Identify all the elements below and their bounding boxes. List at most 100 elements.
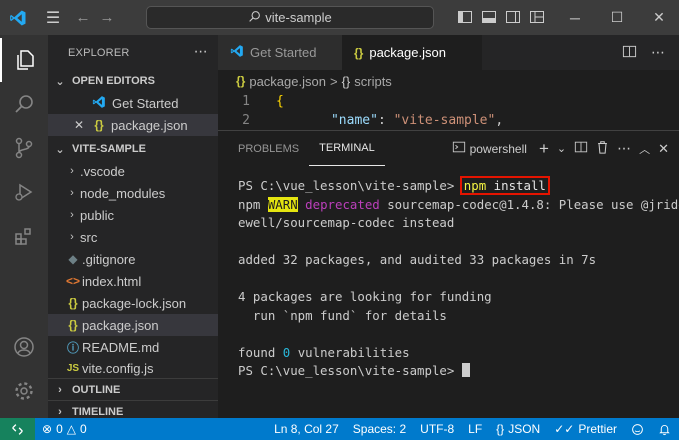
tree-file[interactable]: JS vite.config.js	[48, 358, 218, 378]
arrow-left-icon[interactable]: ←	[71, 0, 95, 35]
outline-label: OUTLINE	[72, 383, 121, 396]
warning-icon: △	[66, 422, 76, 436]
breadcrumb-symbol[interactable]: scripts	[354, 74, 392, 89]
warn-badge: WARN	[267, 196, 298, 212]
chevron-right-icon: ›	[70, 209, 74, 221]
tree-folder[interactable]: › .vscode	[48, 160, 218, 182]
extensions-icon[interactable]	[0, 214, 48, 258]
search-view-icon[interactable]	[0, 82, 48, 126]
problems-status[interactable]: ⊗ 0 △ 0	[35, 422, 94, 436]
breadcrumb: {} package.json > {} scripts	[218, 70, 679, 92]
notifications-bell-icon[interactable]	[651, 423, 679, 436]
editor-tabs: Get Started {} package.json ⋯	[218, 35, 679, 70]
customize-layout-icon[interactable]	[528, 8, 546, 26]
feedback-icon[interactable]	[624, 423, 651, 436]
close-icon[interactable]: ✕	[74, 118, 90, 132]
trash-icon[interactable]	[596, 140, 609, 157]
tree-folder[interactable]: › node_modules	[48, 182, 218, 204]
terminal-line: 4 packages are looking for funding	[238, 289, 492, 304]
chevron-right-icon: ›	[70, 231, 74, 243]
encoding[interactable]: UTF-8	[413, 422, 461, 436]
remote-icon[interactable]	[0, 418, 35, 440]
minimize-button[interactable]: ─	[561, 0, 589, 35]
tab-package-json[interactable]: {} package.json	[342, 35, 482, 70]
maximize-button[interactable]: ☐	[603, 0, 631, 35]
terminal-line: npm WARN deprecated sourcemap-codec@1.4.…	[238, 196, 679, 215]
accounts-icon[interactable]	[0, 325, 48, 369]
search-text: vite-sample	[265, 10, 332, 25]
command-name: npm	[463, 178, 487, 193]
explorer-title: EXPLORER ⋯	[48, 35, 218, 70]
end-of-line[interactable]: LF	[461, 422, 489, 436]
breadcrumb-file[interactable]: package.json	[249, 74, 326, 89]
settings-gear-icon[interactable]	[0, 369, 48, 413]
terminal-output[interactable]: PS C:\vue_lesson\vite-sample> npm instal…	[218, 166, 679, 381]
open-editor-label: package.json	[111, 117, 188, 133]
command-center-search[interactable]: vite-sample	[146, 6, 434, 29]
split-terminal-icon[interactable]	[574, 140, 588, 157]
hamburger-icon[interactable]: ☰	[35, 0, 71, 35]
chevron-down-icon: ⌄	[55, 75, 65, 88]
open-editor-item[interactable]: ✕ {} package.json	[48, 114, 218, 136]
open-editors-label: OPEN EDITORS	[72, 75, 155, 87]
tree-item-label: public	[80, 207, 114, 223]
add-terminal-icon[interactable]: +	[539, 139, 549, 159]
tree-folder[interactable]: › src	[48, 226, 218, 248]
arrow-right-icon[interactable]: →	[95, 0, 119, 35]
tree-file[interactable]: {} package.json	[48, 314, 218, 336]
json-key: "name"	[330, 113, 378, 128]
explorer-sidebar: EXPLORER ⋯ ⌄ OPEN EDITORS Get Started ✕ …	[48, 35, 218, 418]
explorer-title-label: EXPLORER	[68, 46, 130, 59]
more-actions-icon[interactable]: ⋯	[651, 44, 665, 61]
shell-label: powershell	[469, 141, 527, 156]
prettier-status[interactable]: ✓✓ Prettier	[547, 422, 624, 436]
tree-file[interactable]: {} package-lock.json	[48, 292, 218, 314]
more-actions-icon[interactable]: ⋯	[617, 140, 631, 157]
tree-item-label: .vscode	[80, 163, 125, 179]
terminal-prompt: PS C:\vue_lesson\vite-sample>	[238, 363, 462, 378]
tree-file[interactable]: ◆ .gitignore	[48, 248, 218, 270]
tree-file[interactable]: ⓘ README.md	[48, 336, 218, 358]
toggle-secondary-sidebar-icon[interactable]	[504, 8, 522, 26]
tab-problems[interactable]: PROBLEMS	[228, 131, 309, 166]
toggle-sidebar-icon[interactable]	[456, 8, 474, 26]
tree-folder[interactable]: › public	[48, 204, 218, 226]
chevron-down-icon[interactable]: ⌄	[557, 142, 566, 155]
outline-header[interactable]: › OUTLINE	[48, 378, 218, 400]
terminal-text: found	[238, 344, 283, 360]
split-editor-icon[interactable]	[622, 44, 637, 62]
highlighted-command: npm install	[459, 176, 550, 195]
language-mode[interactable]: {} JSON	[489, 422, 547, 436]
tree-item-label: README.md	[82, 339, 160, 355]
indentation[interactable]: Spaces: 2	[346, 422, 413, 436]
more-actions-icon[interactable]: ⋯	[194, 43, 208, 60]
status-bar: ⊗ 0 △ 0 Ln 8, Col 27 Spaces: 2 UTF-8 LF …	[0, 418, 679, 440]
source-control-icon[interactable]	[0, 126, 48, 170]
terminal-line: PS C:\vue_lesson\vite-sample> npm instal…	[238, 176, 679, 196]
run-debug-icon[interactable]	[0, 170, 48, 214]
open-editors-header[interactable]: ⌄ OPEN EDITORS	[48, 70, 218, 92]
maximize-panel-icon[interactable]: ︿	[639, 141, 650, 157]
explorer-icon[interactable]	[0, 38, 48, 82]
code-editor[interactable]: 1 { 2 "name": "vite-sample",	[218, 92, 679, 130]
json-icon: {}	[94, 118, 104, 132]
timeline-header[interactable]: › TIMELINE	[48, 400, 218, 418]
open-editor-item[interactable]: Get Started	[48, 92, 218, 114]
error-icon: ⊗	[42, 422, 53, 436]
toggle-panel-icon[interactable]	[480, 8, 498, 26]
info-icon: ⓘ	[66, 340, 79, 355]
tree-file[interactable]: <> index.html	[48, 270, 218, 292]
terminal-line: ewell/sourcemap-codec instead	[238, 215, 455, 230]
tree-item-label: src	[80, 229, 98, 245]
close-button[interactable]: ✕	[645, 0, 673, 35]
editor-actions: ⋯	[622, 35, 679, 70]
command-arg: install	[486, 178, 546, 193]
terminal-shell-selector[interactable]: powershell	[452, 140, 527, 157]
cursor-position[interactable]: Ln 8, Col 27	[267, 422, 346, 436]
search-icon	[248, 10, 261, 26]
folder-header[interactable]: ⌄ VITE-SAMPLE	[48, 138, 218, 160]
tab-terminal[interactable]: TERMINAL	[309, 131, 385, 166]
close-icon[interactable]: ✕	[658, 141, 669, 157]
tab-get-started[interactable]: Get Started	[218, 35, 342, 70]
